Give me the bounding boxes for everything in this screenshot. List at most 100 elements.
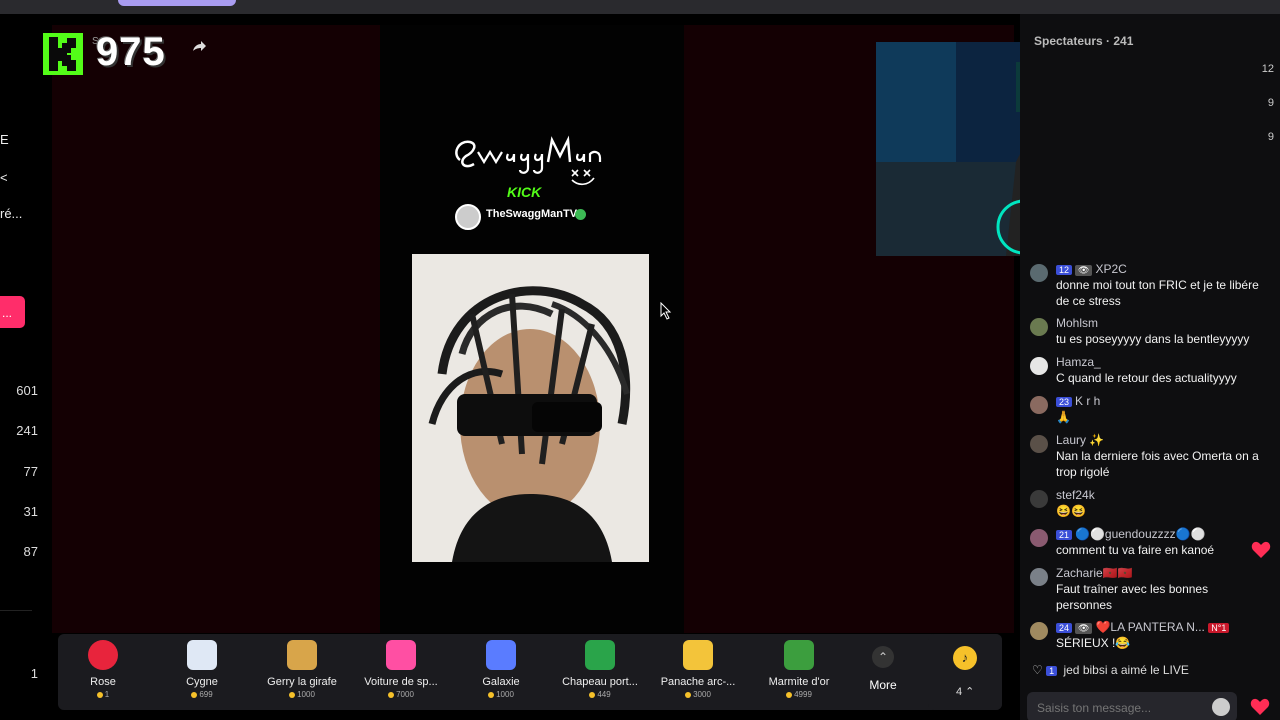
sub-badge: 23 [1056,397,1073,407]
side-count: 12 [1261,63,1274,75]
streamer-photo [412,254,649,562]
sidebar-fragment: ré... [0,206,23,221]
chat-avatar [1030,396,1048,414]
chat-avatar [1030,264,1048,282]
more-label: More [869,678,897,692]
chat-input-box[interactable] [1027,692,1237,720]
sidebar-fragment: E [0,132,9,147]
mod-badge-icon: 👁 [1075,623,1093,634]
coin-balance-button[interactable]: ♪ 4 ⌃ [928,634,1002,710]
gift-name: Voiture de sp... [364,676,438,688]
coin-icon [191,691,198,698]
sidebar-pink-button[interactable]: ... [0,296,25,328]
sub-badge: 12 [1056,265,1073,275]
share-icon[interactable] [191,38,207,54]
gift-price: 1000 [252,690,352,699]
rose-icon [88,640,118,670]
floating-heart-icon [1251,541,1271,558]
gift-item[interactable]: Gerry la girafe 1000 [252,640,352,699]
like-user[interactable]: jed bibsi [1063,663,1107,677]
sub-badge: 21 [1056,530,1073,540]
chat-username[interactable]: Zacharie🇲🇦🇲🇦 [1056,566,1133,580]
chat-text: 😆😆 [1056,504,1086,518]
gift-name: Chapeau port... [562,676,638,688]
swaggman-logo-icon [455,135,602,186]
like-action: a aimé le LIVE [1110,663,1189,677]
gift-name: Gerry la girafe [267,676,337,688]
streamer-avatar [455,204,481,230]
chat-username[interactable]: 23 K r h [1056,394,1100,408]
more-gifts-button[interactable]: ⌃ More [856,646,910,692]
coin-icon [786,691,793,698]
chat-avatar [1030,435,1048,453]
sidebar-count: 241 [16,423,38,438]
side-count: 9 [1267,97,1274,109]
coin-icon [589,691,596,698]
gift-item[interactable]: Panache arc-... 3000 [648,640,748,699]
leprechaun-hat-icon [585,640,615,670]
chat-text: 🙏 [1056,410,1071,424]
streamer-handle: TheSwaggManTV [486,208,578,220]
gift-item[interactable]: Rose 1 [53,640,153,699]
gift-name: Rose [90,676,116,688]
kick-logo-icon [43,33,83,75]
swan-icon [187,640,217,670]
sub-badge: 24 [1056,623,1073,633]
coin-icon [96,691,103,698]
giraffe-icon [287,640,317,670]
sports-car-icon [386,640,416,670]
gift-item[interactable]: Voiture de sp... 7000 [351,640,451,699]
gift-item[interactable]: Marmite d'or 4999 [749,640,849,699]
chat-username[interactable]: 21 🔵⚪guendouzzzz🔵⚪ [1056,527,1206,541]
chat-text: Faut traîner avec les bonnes personnes [1056,582,1209,612]
coin-icon [685,691,692,698]
chat-text: comment tu va faire en kanoé [1056,543,1215,557]
chat-avatar [1030,622,1048,640]
chat-text: tu es poseyyyyy dans la bentleyyyyy [1056,332,1250,346]
chat-input[interactable] [1027,692,1207,720]
sidebar-fragment: < [0,170,8,185]
side-count: 9 [1267,131,1274,143]
overlay-count: 975 [96,30,166,74]
gift-item[interactable]: Cygne 699 [152,640,252,699]
gift-price: 449 [550,690,650,699]
galaxy-icon [486,640,516,670]
left-sidebar: E < ré... ... 601 241 77 31 87 1 [0,14,44,720]
sidebar-count: 601 [16,383,38,398]
chat-text: C quand le retour des actualityyyy [1056,371,1237,385]
stage-side-left [52,25,380,633]
sidebar-divider [0,610,32,611]
kick-label: KICK [507,184,542,200]
emoji-icon[interactable] [1212,698,1230,716]
top-tab-pill[interactable] [118,0,236,6]
like-notification: ♡ 1 jed bibsi a aimé le LIVE [1032,663,1189,677]
rainbow-plume-icon [683,640,713,670]
chat-avatar [1030,490,1048,508]
gift-price: 3000 [648,690,748,699]
gift-item[interactable]: Chapeau port... 449 [550,640,650,699]
gift-name: Cygne [186,676,218,688]
chat-text: donne moi tout ton FRIC et je te libére … [1056,278,1259,308]
viewers-label[interactable]: Spectateurs · 241 [1034,34,1133,48]
chat-username[interactable]: Mohlsm [1056,316,1098,330]
chat-username[interactable]: 12 👁 XP2C [1056,262,1127,276]
chat-username[interactable]: stef24k [1056,488,1095,502]
sidebar-count: 31 [23,504,38,519]
chat-avatar [1030,529,1048,547]
coin-icon [388,691,395,698]
chat-username[interactable]: Laury ✨ [1056,433,1104,447]
sidebar-count: 1 [30,666,38,681]
chat-avatar [1030,318,1048,336]
chat-username[interactable]: 24 👁 ❤️LA PANTERA N... N°1 [1056,620,1232,634]
gift-name: Panache arc-... [660,676,736,688]
like-heart-icon[interactable] [1250,697,1270,717]
gift-price: 4999 [749,690,849,699]
gift-name: Marmite d'or [768,676,830,688]
chat-avatar [1030,568,1048,586]
chat-username[interactable]: Hamza_ [1056,355,1101,369]
gift-item[interactable]: Galaxie 1000 [451,640,551,699]
coin-icon [488,691,495,698]
gift-price: 1000 [451,690,551,699]
chevron-up-icon: ⌃ [872,646,894,668]
heart-outline-icon: ♡ [1032,663,1043,677]
